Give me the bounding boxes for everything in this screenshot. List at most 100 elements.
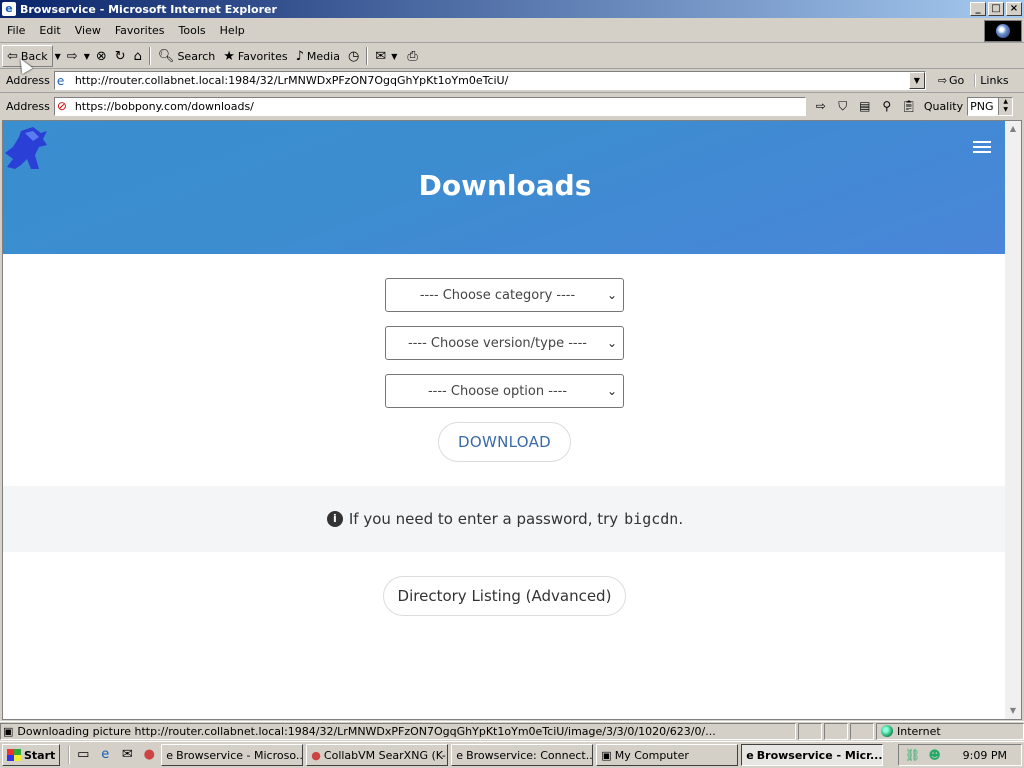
menu-view[interactable]: View	[68, 24, 108, 37]
ie-launch-icon[interactable]: e	[96, 746, 114, 764]
category-select[interactable]: ---- Choose category ---- ⌄	[385, 278, 624, 312]
version-select-value: ---- Choose version/type ----	[408, 335, 587, 351]
notice-text: If you need to enter a password, try	[348, 510, 619, 528]
back-dropdown-icon[interactable]: ▼	[53, 52, 63, 61]
task-label: Browservice: Connect...	[466, 748, 594, 762]
links-button[interactable]: Links	[974, 74, 1012, 87]
inner-address-input[interactable]: ⊘ https://bobpony.com/downloads/	[53, 96, 806, 116]
clock[interactable]: 9:09 PM	[963, 749, 1007, 762]
quality-value: PNG	[970, 99, 994, 113]
page-title: Downloads	[418, 169, 592, 202]
status-bar: ▣ Downloading picture http://router.coll…	[0, 721, 1024, 740]
security-zone: Internet	[876, 722, 1024, 740]
scroll-up-icon[interactable]: ▲	[1005, 121, 1021, 137]
task-searxng[interactable]: ● CollabVM SearXNG (K-...	[306, 744, 449, 766]
option-select[interactable]: ---- Choose option ---- ⌄	[385, 374, 624, 408]
status-text-panel: ▣ Downloading picture http://router.coll…	[0, 722, 796, 740]
status-text: Downloading picture http://router.collab…	[17, 724, 716, 738]
chevron-down-icon: ⌄	[606, 288, 617, 302]
inner-address-url: https://bobpony.com/downloads/	[74, 99, 254, 113]
notice-end: .	[678, 510, 684, 528]
print-button[interactable]: ⎙	[403, 45, 421, 67]
directory-listing-button[interactable]: Directory Listing (Advanced)	[383, 576, 626, 616]
search-button[interactable]: 🔍︎ Search	[154, 45, 219, 67]
notice-password: bigcdn	[624, 510, 679, 528]
start-button[interactable]: Start	[2, 744, 61, 766]
ie-icon: e	[2, 2, 16, 16]
home-button[interactable]: ⌂	[130, 45, 146, 67]
zone-label: Internet	[897, 724, 941, 738]
refresh-icon: ↻	[114, 48, 126, 64]
stop-button[interactable]: ⊗	[92, 45, 111, 67]
task-label: CollabVM SearXNG (K-...	[323, 748, 449, 762]
history-button[interactable]: ◷	[344, 45, 363, 67]
address-dropdown-icon[interactable]: ▼	[908, 72, 925, 89]
address-input[interactable]: e http://router.collabnet.local:1984/32/…	[53, 71, 926, 90]
scroll-down-icon[interactable]: ▼	[1005, 703, 1021, 719]
vertical-scrollbar[interactable]: ▲ ▼	[1005, 121, 1021, 719]
find-icon[interactable]: ⚲	[878, 97, 896, 115]
maximize-button[interactable]: □	[988, 2, 1004, 16]
windows-flag-icon	[7, 749, 21, 761]
version-select[interactable]: ---- Choose version/type ---- ⌄	[385, 326, 624, 360]
task-label: Browservice - Micr...	[756, 748, 883, 762]
quality-selector[interactable]: PNG ▲ ▼	[967, 96, 1014, 116]
refresh-button[interactable]: ↻	[111, 45, 130, 67]
menu-bar: File Edit View Favorites Tools Help	[0, 19, 1024, 43]
network-icon[interactable]: ⛓	[905, 747, 921, 763]
chevron-down-icon: ⌄	[606, 336, 617, 350]
messenger-icon[interactable]: ☻	[927, 747, 943, 763]
media-button[interactable]: ♪ Media	[292, 45, 344, 67]
page-loading-icon: ▣	[3, 724, 14, 738]
task-my-computer[interactable]: ▣ My Computer	[596, 744, 739, 766]
task-label: Browservice - Microso...	[176, 748, 304, 762]
bookmark-icon[interactable]: ⛉	[834, 97, 852, 115]
forward-button[interactable]: ⇨	[63, 45, 82, 67]
menu-file[interactable]: File	[0, 24, 32, 37]
favorites-icon: ★	[223, 48, 235, 64]
status-cell	[798, 722, 822, 740]
menu-help[interactable]: Help	[213, 24, 252, 37]
internet-zone-icon	[881, 725, 893, 737]
windows-throbber	[984, 20, 1022, 42]
task-browservice-active[interactable]: e Browservice - Micr...	[741, 744, 884, 766]
search-label: Search	[177, 49, 216, 63]
go-arrow-icon[interactable]: ⇨	[812, 97, 830, 115]
task-browservice-1[interactable]: e Browservice - Microso...	[161, 744, 304, 766]
home-icon: ⌂	[133, 48, 142, 64]
stop-icon: ⊗	[95, 48, 107, 64]
mail-icon: ✉	[375, 48, 387, 64]
media-player-icon[interactable]: ●	[140, 746, 158, 764]
forward-arrow-icon: ⇨	[66, 48, 78, 64]
download-button[interactable]: DOWNLOAD	[438, 422, 571, 462]
page-icon: e	[56, 73, 65, 88]
task-browservice-connect[interactable]: e Browservice: Connect...	[451, 744, 594, 766]
bobpony-logo-icon[interactable]	[3, 125, 51, 173]
quality-spin-icon[interactable]: ▲ ▼	[998, 97, 1013, 115]
go-label: Go	[949, 74, 965, 87]
show-desktop-icon[interactable]: ▭	[74, 746, 92, 764]
outlook-icon[interactable]: ✉	[118, 746, 136, 764]
go-button[interactable]: ⇨ Go	[932, 74, 970, 87]
globe-icon	[996, 24, 1010, 38]
media-icon: ♪	[295, 48, 304, 64]
close-button[interactable]: ×	[1006, 2, 1022, 16]
go-arrow-icon: ⇨	[937, 74, 948, 87]
menu-edit[interactable]: Edit	[32, 24, 67, 37]
start-label: Start	[24, 748, 56, 762]
favorites-button[interactable]: ★ Favorites	[219, 45, 291, 67]
ie-icon: e	[456, 748, 464, 762]
minimize-button[interactable]: _	[970, 2, 986, 16]
forward-dropdown-icon[interactable]: ▼	[82, 52, 92, 61]
window-titlebar: e Browservice - Microsoft Internet Explo…	[0, 0, 1024, 18]
favorites-label: Favorites	[237, 49, 288, 63]
search-icon: 🔍︎	[157, 48, 175, 64]
menu-tools[interactable]: Tools	[172, 24, 213, 37]
bookmarks-list-icon[interactable]: ▤	[856, 97, 874, 115]
print-icon: ⎙	[407, 48, 418, 64]
clipboard-icon[interactable]: 📋︎	[900, 97, 918, 115]
menu-hamburger-icon[interactable]	[973, 141, 991, 155]
system-tray: ⛓ ☻ 9:09 PM	[897, 744, 1022, 766]
mail-button[interactable]: ✉ ▼	[371, 45, 403, 67]
menu-favorites[interactable]: Favorites	[108, 24, 172, 37]
